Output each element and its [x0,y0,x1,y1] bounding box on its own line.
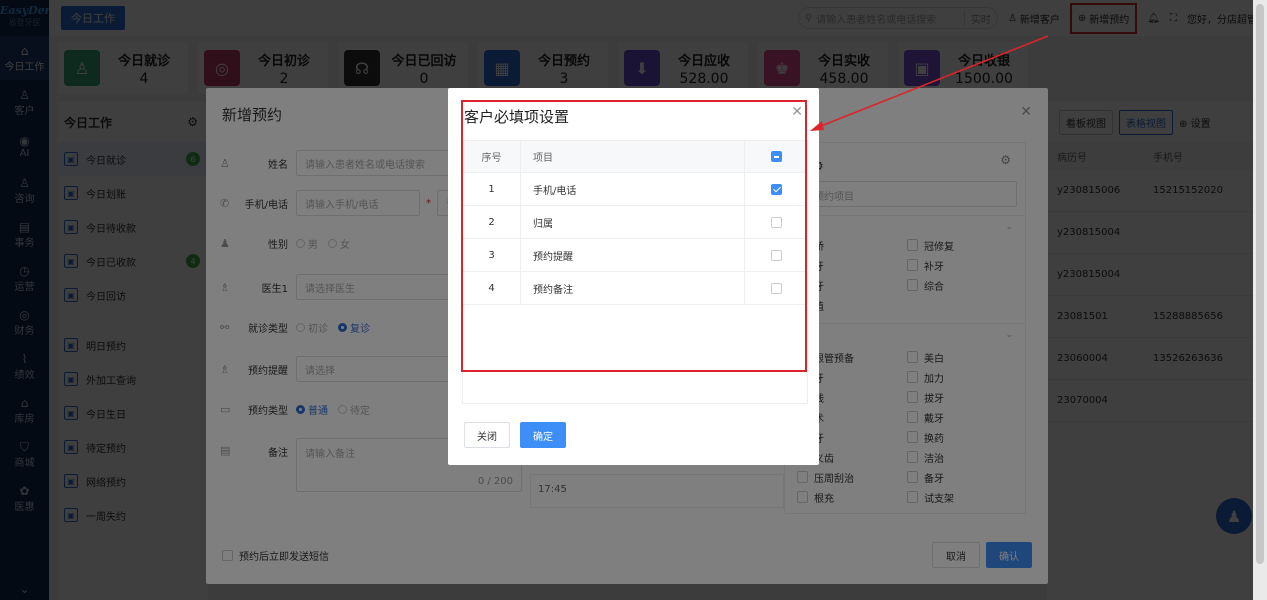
required-fields-modal: 客户必填项设置 ✕ 序号 项目 1 手机/电话 2 归属 3 预约提醒 4 预约… [448,88,819,465]
page-scrollbar[interactable] [1253,0,1267,600]
table-row: 4 预约备注 [463,272,807,305]
close-button[interactable]: 关闭 [464,422,510,448]
modal-title: 客户必填项设置 [464,108,570,126]
table-row: 3 预约提醒 [463,239,807,272]
close-icon[interactable]: ✕ [791,104,803,120]
item-cell: 预约备注 [521,272,745,304]
required-checkbox[interactable] [745,173,807,205]
required-checkbox[interactable] [745,206,807,238]
item-cell: 归属 [521,206,745,238]
ok-button[interactable]: 确定 [520,422,566,448]
table-body: 1 手机/电话 2 归属 3 预约提醒 4 预约备注 [463,173,807,305]
table-header: 序号 项目 [463,141,807,173]
table-row: 1 手机/电话 [463,173,807,206]
seq-cell: 1 [463,173,521,205]
required-checkbox[interactable] [745,272,807,304]
seq-cell: 2 [463,206,521,238]
seq-cell: 3 [463,239,521,271]
required-checkbox[interactable] [745,239,807,271]
select-all-checkbox[interactable] [745,141,807,172]
item-cell: 预约提醒 [521,239,745,271]
table-row: 2 归属 [463,206,807,239]
col-seq: 序号 [463,141,521,172]
seq-cell: 4 [463,272,521,304]
item-cell: 手机/电话 [521,173,745,205]
required-fields-table: 序号 项目 1 手机/电话 2 归属 3 预约提醒 4 预约备注 [462,140,808,404]
col-item: 项目 [521,141,745,172]
